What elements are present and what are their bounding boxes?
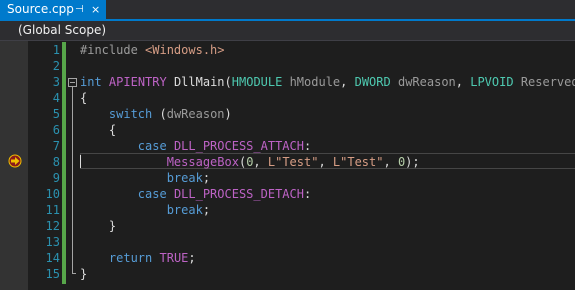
line-number: 1 [52,43,60,57]
string-literal: L"Test" [332,155,384,169]
param-type: HMODULE [231,75,283,89]
code-line: 1 #include <Windows.h> [28,42,575,58]
change-tracking-bar [62,42,66,284]
outline-end [72,273,76,274]
outline-guide [72,87,73,273]
code-line: 15 } [28,266,575,282]
tab-source-cpp[interactable]: Source.cpp ⊣ × [0,0,106,19]
code-line: 3 int APIENTRY DllMain(HMODULE hModule, … [28,74,575,90]
macro: DLL_PROCESS_ATTACH [173,139,304,153]
line-number: 5 [52,107,60,121]
macro: DLL_PROCESS_DETACH [173,187,304,201]
code-editor[interactable]: 1 #include <Windows.h> 2 3 int APIENTRY … [28,41,575,290]
line-number: 9 [52,171,60,185]
line-number: 6 [52,123,60,137]
function-call: MessageBox [166,155,239,169]
keyword: return [108,251,153,265]
include-header: <Windows.h> [145,43,225,57]
collapse-icon[interactable] [68,78,77,87]
code-line: 6 { [28,122,575,138]
function-name: DllMain [173,75,225,89]
code-line: 14 return TRUE; [28,250,575,266]
keyword: case [137,187,167,201]
param-name: hModule [289,75,341,89]
macro: TRUE [159,251,189,265]
code-line: 5 switch (dwReason) [28,106,575,122]
navigation-bar: (Global Scope) [0,21,575,41]
scope-dropdown[interactable]: (Global Scope) [18,21,106,40]
code-line: 13 [28,234,575,250]
code-line: 4 { [28,90,575,106]
number-literal: 0 [397,155,406,169]
current-statement-arrow-icon[interactable] [8,154,22,168]
keyword: break [166,171,203,185]
code-line: 9 break; [28,170,575,186]
line-number: 4 [52,91,60,105]
keyword: case [137,139,167,153]
tab-title: Source.cpp [7,2,74,16]
pin-icon[interactable]: ⊣ [75,0,84,19]
identifier: dwReason [166,107,225,121]
keyword: break [166,203,203,217]
line-number: 12 [45,219,60,233]
calling-convention: APIENTRY [108,75,167,89]
include-directive: #include [80,43,138,57]
keyword: int [80,75,102,89]
code-line: 10 case DLL_PROCESS_DETACH: [28,186,575,202]
param-type: LPVOID [470,75,514,89]
line-number: 15 [45,267,60,281]
line-number: 14 [45,251,60,265]
code-line: 12 } [28,218,575,234]
line-number: 10 [45,187,60,201]
code-line: 2 [28,58,575,74]
keyword: switch [108,107,153,121]
line-number: 11 [45,203,60,217]
line-number: 7 [52,139,60,153]
code-line: 11 break; [28,202,575,218]
line-number: 2 [52,59,60,73]
line-number: 3 [52,75,60,89]
document-tab-bar: Source.cpp ⊣ × [0,0,575,19]
param-name: dwReason [397,75,456,89]
code-line: 7 case DLL_PROCESS_ATTACH: [28,138,575,154]
text-caret [80,155,81,168]
close-icon[interactable]: × [91,0,100,19]
param-name: Reserved [520,75,575,89]
string-literal: L"Test" [267,155,319,169]
code-line: 8 MessageBox(0, L"Test", L"Test", 0); [28,154,575,170]
line-number: 13 [45,235,60,249]
number-literal: 0 [246,155,254,169]
line-number: 8 [52,155,60,169]
param-type: DWORD [354,75,391,89]
